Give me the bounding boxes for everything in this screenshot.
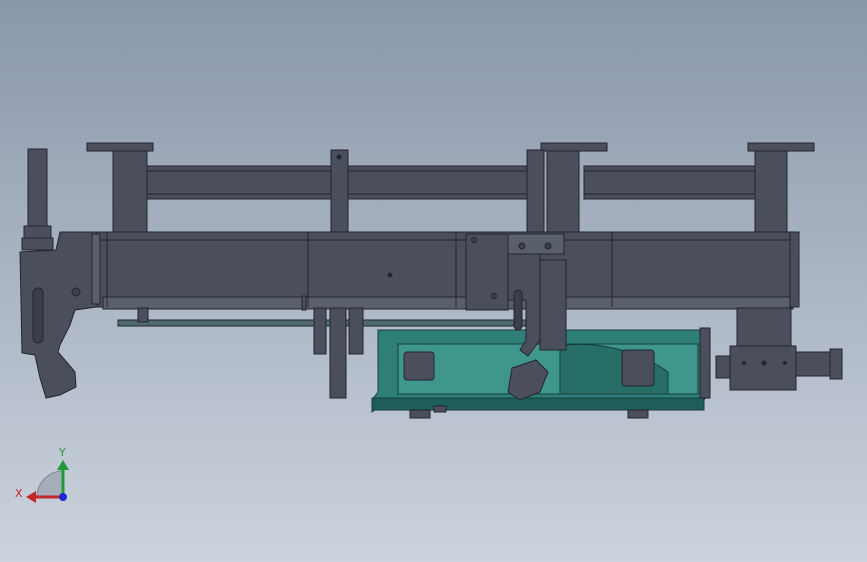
hook-slot [32,287,44,344]
cad-viewport[interactable]: Y X [0,0,867,562]
hanger-b [329,307,347,399]
post-cap-3 [747,142,815,152]
hanger-a [313,307,327,355]
housing-base [371,397,705,411]
clamp-pin [471,237,477,243]
y-axis-arrow-icon [57,460,69,470]
coordinate-triad: Y X [15,446,69,503]
actuator-body [729,345,797,391]
housing-foot-right [627,409,649,419]
left-column-collar [23,225,52,239]
clamp-pin [544,242,552,250]
actuator-rod-end [829,348,843,380]
housing-end-flange [699,327,711,399]
actuator-hole [761,360,767,366]
inner-cylinder-left [403,351,435,381]
actuator-rod [795,351,831,377]
actuator-hole [742,361,746,365]
clamp-pin [518,242,526,250]
rod-right [526,149,545,235]
x-axis-label: X [15,487,23,500]
clamp-frame [465,233,509,311]
left-hook [19,231,101,399]
clamp-rod [539,259,567,351]
actuator-collar [715,355,731,379]
hook-pin [71,287,81,297]
assembly-drawing[interactable]: Y X [0,0,867,562]
lower-plate [117,319,539,327]
hook-plate [19,231,98,399]
housing-foot-mid [433,405,447,413]
z-axis-dot-icon [59,493,67,501]
hanger-e [301,295,307,311]
clamp-pin [491,293,497,299]
hanger-d [137,307,149,323]
main-beam-lower-rail [102,296,794,310]
rod-hole [336,154,342,160]
post-cap-1 [86,142,154,152]
left-column [27,148,48,235]
beam-end-cap [789,231,800,308]
triad-quarter-disc [36,470,64,498]
x-axis-arrow-icon [26,491,36,503]
rod-center [330,149,349,233]
main-beam-body [96,231,800,308]
inner-cylinder-right [621,349,655,387]
hook-bracket [91,233,101,305]
post-2 [546,150,580,234]
post-cap-2 [540,142,608,152]
left-column-collar [21,237,54,251]
hanger-c [348,307,364,355]
clamp-slot [513,289,523,331]
clamp-bolt [507,233,565,255]
beam-hole [387,272,393,278]
main-beam [96,231,800,327]
housing-foot-left [409,409,431,419]
center-hangers [137,295,364,399]
actuator-hole [783,361,787,365]
post-3 [754,150,788,234]
y-axis-label: Y [58,446,66,459]
post-1 [112,150,148,234]
actuator-mount [736,307,792,349]
right-actuator [715,307,843,391]
